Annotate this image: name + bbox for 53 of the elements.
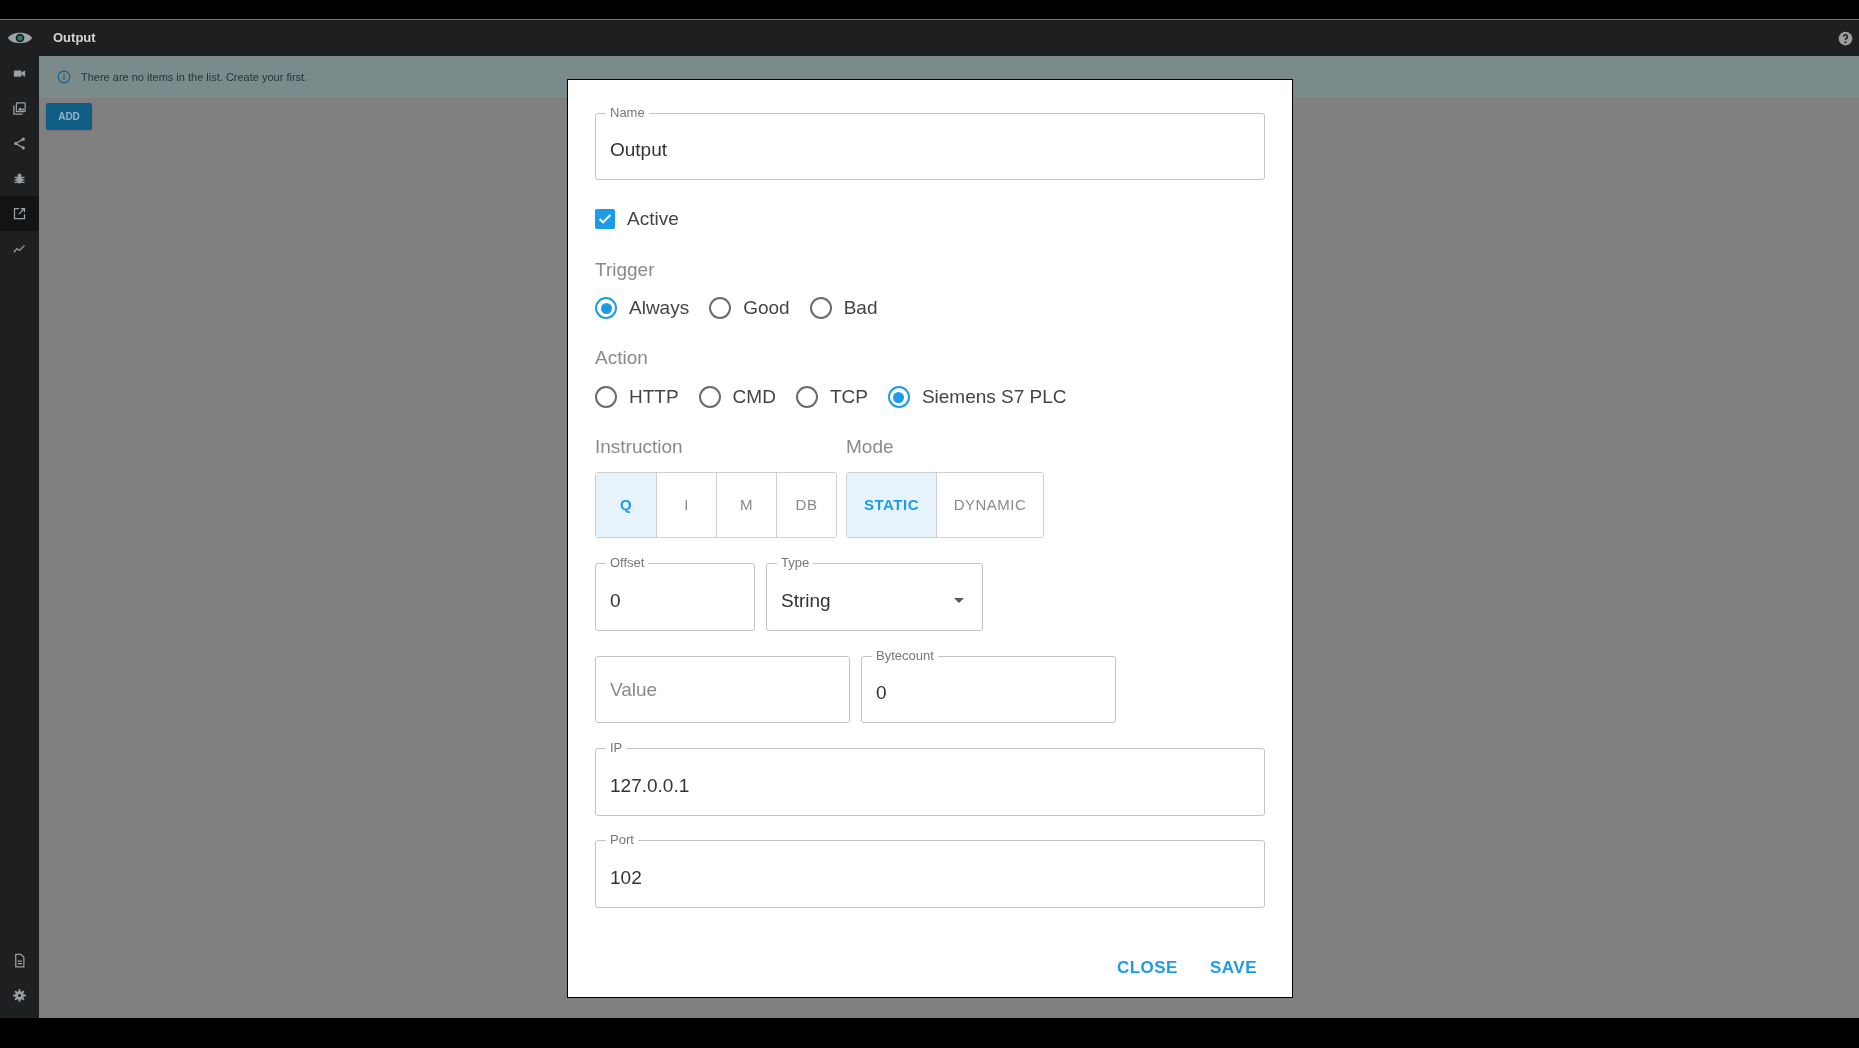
radio-label: Bad	[843, 295, 878, 320]
info-icon	[57, 70, 71, 84]
share-icon	[12, 136, 27, 151]
bug-icon	[12, 171, 27, 186]
field-label: Port	[609, 832, 635, 848]
radio-label: HTTP	[629, 384, 679, 409]
text-input[interactable]: 127.0.0.1	[596, 756, 1264, 815]
radio-button[interactable]	[887, 386, 910, 408]
text-input[interactable]: 0	[596, 571, 754, 630]
section-label: Action	[595, 346, 649, 370]
page-title: Output	[53, 29, 96, 48]
toggle-button[interactable]: DYNAMIC	[936, 473, 1043, 537]
radio-label: Always	[629, 295, 690, 320]
sidebar-item[interactable]	[0, 196, 39, 231]
field-label: Type	[780, 555, 811, 571]
radio-label: Good	[743, 295, 790, 320]
eye-logo-icon	[6, 30, 33, 46]
radio-button[interactable]	[595, 386, 617, 408]
radio-label: TCP	[829, 384, 868, 409]
external-link-icon	[12, 206, 27, 221]
radio-button[interactable]	[698, 386, 721, 408]
value-field[interactable]: Value	[596, 657, 849, 722]
name-field[interactable]: Name Output	[595, 105, 1265, 180]
field-label: Name	[609, 105, 646, 121]
radio-button[interactable]	[709, 297, 732, 319]
port-field[interactable]: Port 102	[595, 832, 1265, 908]
section-label: Instruction	[595, 435, 684, 459]
radio-button[interactable]	[595, 297, 617, 319]
field-label: Bytecount	[875, 648, 935, 664]
radio-button[interactable]	[809, 297, 832, 319]
field-label: Offset	[609, 555, 646, 571]
bytecount-field[interactable]: Bytecount 0	[861, 648, 1116, 723]
info-message: There are no items in the list. Create your first.	[81, 69, 308, 85]
document-icon	[12, 953, 27, 968]
help-icon[interactable]	[1838, 30, 1853, 46]
text-input[interactable]: Output	[596, 121, 1264, 179]
type-dropdown[interactable]: Type String	[766, 555, 983, 631]
active-checkbox[interactable]	[595, 209, 615, 229]
text-input[interactable]: String	[767, 571, 954, 630]
radio-label: CMD	[732, 384, 776, 409]
section-label: Mode	[846, 435, 895, 459]
checkbox-label: Active	[627, 206, 679, 231]
settings-icon	[12, 988, 27, 1003]
text-input[interactable]: 102	[596, 848, 1264, 907]
section-label: Trigger	[595, 258, 656, 282]
offset-field[interactable]: Offset 0	[595, 555, 755, 631]
images-icon	[12, 101, 27, 116]
field-label: IP	[609, 740, 624, 756]
dropdown-caret-icon	[954, 598, 964, 603]
ip-field[interactable]: IP 127.0.0.1	[595, 740, 1265, 816]
text-input[interactable]: 0	[862, 664, 1115, 722]
radio-label: Siemens S7 PLC	[921, 384, 1067, 409]
radio-button[interactable]	[795, 386, 818, 408]
